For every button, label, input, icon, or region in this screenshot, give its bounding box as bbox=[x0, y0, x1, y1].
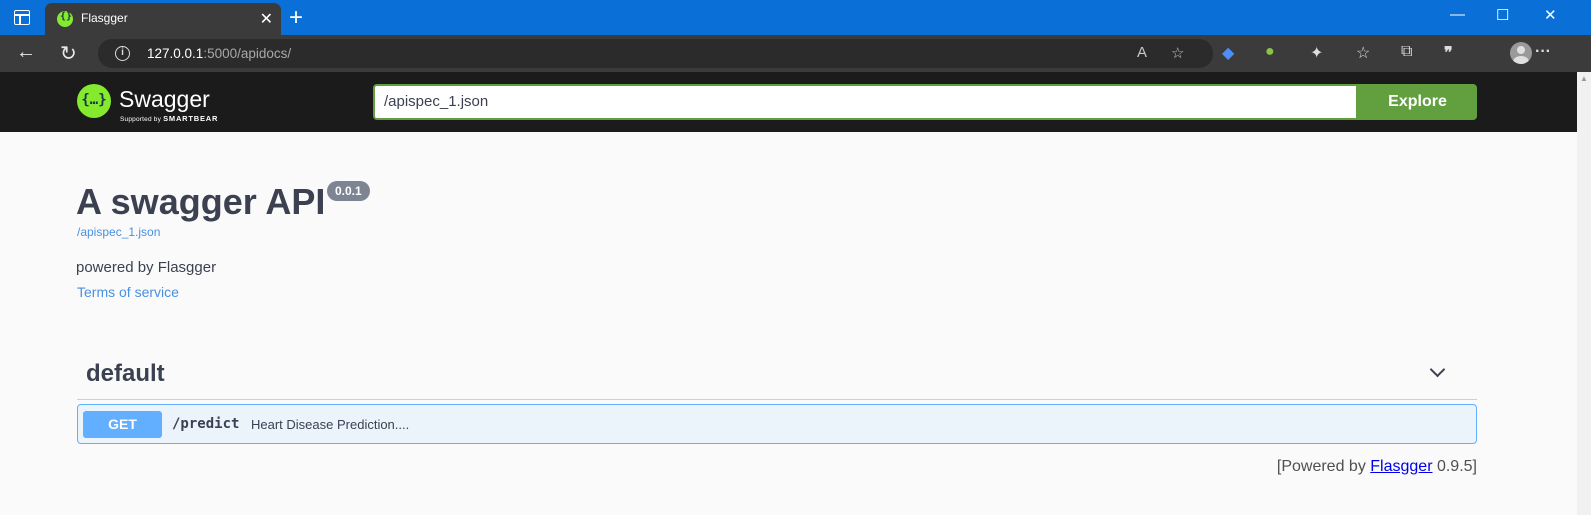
url-text[interactable]: 127.0.0.1:5000/apidocs/ bbox=[147, 46, 291, 61]
add-favorite-icon[interactable]: ☆ bbox=[1171, 44, 1184, 62]
terms-of-service-link[interactable]: Terms of service bbox=[77, 284, 179, 300]
explore-button[interactable]: Explore bbox=[1358, 84, 1477, 120]
swagger-brand[interactable]: Swagger bbox=[119, 86, 210, 113]
quote-icon[interactable]: ❞ bbox=[1444, 43, 1453, 63]
collections-icon[interactable]: ⧉ bbox=[1401, 43, 1412, 61]
swagger-topbar: {…} Swagger Supported by SMARTBEAR /apis… bbox=[0, 72, 1577, 132]
url-host: 127.0.0.1 bbox=[147, 46, 204, 61]
api-title: A swagger API bbox=[76, 181, 326, 222]
new-tab-button[interactable]: + bbox=[289, 4, 303, 32]
tab-title: Flasgger bbox=[81, 11, 128, 25]
powered-by-footer: [Powered by Flasgger 0.9.5] bbox=[1277, 458, 1477, 476]
footer-prefix: [Powered by bbox=[1276, 458, 1371, 475]
favorites-icon[interactable]: ☆ bbox=[1356, 43, 1370, 63]
maximize-button[interactable]: ☐ bbox=[1496, 6, 1509, 24]
vertical-scrollbar[interactable]: ▲ bbox=[1577, 72, 1591, 515]
tab-actions-icon[interactable] bbox=[14, 10, 30, 25]
close-tab-icon[interactable]: ✕ bbox=[260, 9, 273, 29]
method-badge: GET bbox=[83, 411, 162, 438]
footer-suffix: 0.9.5] bbox=[1432, 458, 1477, 475]
refresh-icon[interactable]: ↻ bbox=[60, 41, 77, 66]
flasgger-link[interactable]: Flasgger bbox=[1370, 458, 1432, 475]
minimize-button[interactable]: — bbox=[1450, 6, 1465, 23]
tag-section-default[interactable]: default bbox=[77, 354, 1477, 400]
more-menu-icon[interactable]: ··· bbox=[1535, 43, 1551, 61]
extension-color-icon[interactable]: ● bbox=[1265, 43, 1275, 61]
scroll-up-icon[interactable]: ▲ bbox=[1580, 74, 1588, 83]
smartbear-brand: SMARTBEAR bbox=[163, 114, 219, 123]
supported-by: Supported by SMARTBEAR bbox=[120, 114, 218, 123]
browser-tab[interactable]: Flasgger ✕ bbox=[45, 3, 281, 35]
operation-summary: Heart Disease Prediction.... bbox=[251, 417, 410, 432]
extensions-icon[interactable]: ✦ bbox=[1310, 43, 1323, 63]
read-aloud-icon[interactable]: A bbox=[1137, 44, 1147, 61]
supported-prefix: Supported by bbox=[120, 116, 162, 123]
operation-get-predict[interactable]: GET /predict Heart Disease Prediction...… bbox=[77, 404, 1477, 444]
address-bar[interactable]: i 127.0.0.1:5000/apidocs/ A ☆ bbox=[98, 39, 1213, 68]
site-info-icon[interactable]: i bbox=[115, 46, 130, 61]
chevron-down-icon[interactable] bbox=[1429, 361, 1446, 378]
swagger-logo-icon[interactable]: {…} bbox=[77, 84, 111, 118]
close-window-button[interactable]: ✕ bbox=[1544, 6, 1557, 24]
extension-arrow-icon[interactable]: ◆ bbox=[1222, 43, 1234, 63]
profile-avatar[interactable] bbox=[1510, 42, 1532, 64]
operation-path: /predict bbox=[172, 416, 240, 432]
browser-toolbar: ← ↻ i 127.0.0.1:5000/apidocs/ A ☆ ◆ ● ✦ … bbox=[0, 35, 1591, 72]
flasgger-favicon-icon bbox=[57, 11, 73, 27]
back-icon[interactable]: ← bbox=[16, 41, 36, 64]
api-description: powered by Flasgger bbox=[76, 259, 217, 276]
tag-name: default bbox=[86, 360, 165, 387]
spec-url-input[interactable]: /apispec_1.json bbox=[373, 84, 1358, 120]
version-badge: 0.0.1 bbox=[327, 181, 370, 201]
browser-title-bar: Flasgger ✕ + — ☐ ✕ bbox=[0, 0, 1591, 35]
spec-link[interactable]: /apispec_1.json bbox=[77, 225, 160, 239]
url-path: :5000/apidocs/ bbox=[203, 46, 292, 61]
